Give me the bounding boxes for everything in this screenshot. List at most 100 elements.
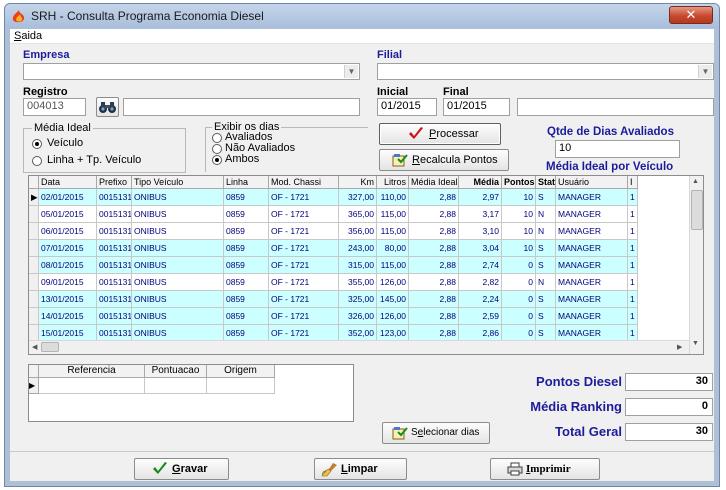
table-cell[interactable]: 0015131: [97, 206, 132, 223]
table-cell[interactable]: 327,00: [339, 189, 377, 206]
table-row[interactable]: 06/01/2015 0015131 ONIBUS 0859 OF - 1721 356,…: [29, 223, 689, 240]
table-cell[interactable]: 326,00: [339, 308, 377, 325]
table-cell[interactable]: 3,04: [459, 240, 502, 257]
col-header[interactable]: Média: [459, 176, 502, 189]
table-cell[interactable]: 1: [628, 240, 638, 257]
selecionar-dias-button[interactable]: Selecionar dias: [382, 422, 490, 444]
scroll-up-icon[interactable]: ▲: [692, 178, 699, 185]
table-row[interactable]: 05/01/2015 0015131 ONIBUS 0859 OF - 1721 365,…: [29, 206, 689, 223]
filial-select[interactable]: ▼: [377, 63, 714, 80]
gravar-button[interactable]: Gravar: [134, 458, 229, 480]
table-cell[interactable]: 2,88: [409, 240, 459, 257]
table-cell[interactable]: 1: [628, 291, 638, 308]
table-cell[interactable]: ONIBUS: [132, 189, 224, 206]
chevron-down-icon[interactable]: ▼: [344, 65, 358, 78]
radio-veiculo-label[interactable]: Veículo: [47, 137, 83, 149]
table-cell[interactable]: 0859: [224, 206, 269, 223]
pontuacao-grid[interactable]: Referencia Pontuacao Origem ▶: [28, 364, 354, 422]
table-cell[interactable]: 355,00: [339, 274, 377, 291]
table-cell[interactable]: [207, 378, 275, 394]
table-cell[interactable]: 02/01/2015: [39, 189, 97, 206]
table-cell[interactable]: 1: [628, 257, 638, 274]
table-row[interactable]: 08/01/2015 0015131 ONIBUS 0859 OF - 1721 315,…: [29, 257, 689, 274]
table-row[interactable]: 09/01/2015 0015131 ONIBUS 0859 OF - 1721 355,…: [29, 274, 689, 291]
col-header[interactable]: Linha: [224, 176, 269, 189]
radio-ambos-label[interactable]: Ambos: [225, 153, 259, 165]
table-cell[interactable]: 0859: [224, 189, 269, 206]
table-cell[interactable]: 0015131: [97, 291, 132, 308]
col-header[interactable]: Status: [536, 176, 556, 189]
table-cell[interactable]: 2,88: [409, 189, 459, 206]
table-cell[interactable]: 0859: [224, 223, 269, 240]
table-cell[interactable]: 315,00: [339, 257, 377, 274]
results-grid[interactable]: Data Prefixo Tipo Veículo Linha Mod. Chassi K…: [28, 175, 704, 355]
col-header[interactable]: Pontos: [502, 176, 536, 189]
table-cell[interactable]: 0: [502, 291, 536, 308]
table-cell[interactable]: 07/01/2015: [39, 240, 97, 257]
table-cell[interactable]: 115,00: [377, 223, 409, 240]
table-cell[interactable]: 0859: [224, 257, 269, 274]
table-cell[interactable]: 1: [628, 308, 638, 325]
table-cell[interactable]: 0859: [224, 274, 269, 291]
col-header[interactable]: Km: [339, 176, 377, 189]
table-cell[interactable]: S: [536, 240, 556, 257]
table-cell[interactable]: 0859: [224, 308, 269, 325]
scroll-down-icon[interactable]: ▼: [692, 340, 699, 347]
table-cell[interactable]: 09/01/2015: [39, 274, 97, 291]
close-button[interactable]: ✕: [669, 6, 713, 24]
table-row[interactable]: 07/01/2015 0015131 ONIBUS 0859 OF - 1721 243,…: [29, 240, 689, 257]
chevron-down-icon[interactable]: ▼: [698, 65, 712, 78]
table-cell[interactable]: 356,00: [339, 223, 377, 240]
hscroll-thumb[interactable]: [41, 342, 59, 352]
table-cell[interactable]: 1: [628, 274, 638, 291]
table-cell[interactable]: 14/01/2015: [39, 308, 97, 325]
col-header[interactable]: Data: [39, 176, 97, 189]
table-cell[interactable]: 3,17: [459, 206, 502, 223]
scroll-right-icon[interactable]: ▶: [677, 343, 682, 351]
table-cell[interactable]: MANAGER: [556, 308, 628, 325]
table-cell[interactable]: 0: [502, 274, 536, 291]
registro-name-input[interactable]: [123, 98, 360, 116]
table-cell[interactable]: ONIBUS: [132, 240, 224, 257]
table-cell[interactable]: OF - 1721: [269, 291, 339, 308]
table-cell[interactable]: ONIBUS: [132, 291, 224, 308]
horizontal-scrollbar[interactable]: ◀ ▶: [29, 340, 689, 354]
registro-input[interactable]: 004013: [23, 98, 86, 116]
table-cell[interactable]: N: [536, 223, 556, 240]
table-cell[interactable]: S: [536, 291, 556, 308]
periodo-extra-input[interactable]: [517, 98, 714, 116]
col-header[interactable]: I: [628, 176, 638, 189]
table-cell[interactable]: 0015131: [97, 274, 132, 291]
radio-avaliados[interactable]: [212, 133, 222, 143]
table-cell[interactable]: 365,00: [339, 206, 377, 223]
table-row[interactable]: 14/01/2015 0015131 ONIBUS 0859 OF - 1721 326,…: [29, 308, 689, 325]
table-cell[interactable]: OF - 1721: [269, 257, 339, 274]
col-header[interactable]: Mod. Chassi: [269, 176, 339, 189]
imprimir-button[interactable]: Imprimir: [490, 458, 600, 480]
table-row[interactable]: ▶ 02/01/2015 0015131 ONIBUS 0859 OF - 1721 327…: [29, 189, 689, 206]
table-cell[interactable]: 126,00: [377, 308, 409, 325]
table-cell[interactable]: 0: [502, 257, 536, 274]
table-cell[interactable]: ONIBUS: [132, 223, 224, 240]
table-cell[interactable]: 0015131: [97, 257, 132, 274]
table-cell[interactable]: MANAGER: [556, 291, 628, 308]
table-cell[interactable]: 2,88: [409, 257, 459, 274]
radio-linha-tp-veiculo[interactable]: [32, 156, 42, 166]
table-cell[interactable]: 145,00: [377, 291, 409, 308]
table-cell[interactable]: N: [536, 206, 556, 223]
table-cell[interactable]: 13/01/2015: [39, 291, 97, 308]
table-cell[interactable]: 0015131: [97, 308, 132, 325]
table-cell[interactable]: 2,88: [409, 274, 459, 291]
table-cell[interactable]: 2,88: [409, 308, 459, 325]
empresa-select[interactable]: ▼: [23, 63, 360, 80]
table-cell[interactable]: ONIBUS: [132, 257, 224, 274]
table-cell[interactable]: 115,00: [377, 257, 409, 274]
table-cell[interactable]: 05/01/2015: [39, 206, 97, 223]
radio-ambos[interactable]: [212, 155, 222, 165]
scroll-left-icon[interactable]: ◀: [32, 343, 37, 351]
table-cell[interactable]: 2,74: [459, 257, 502, 274]
table-cell[interactable]: OF - 1721: [269, 206, 339, 223]
table-cell[interactable]: 80,00: [377, 240, 409, 257]
table-cell[interactable]: 06/01/2015: [39, 223, 97, 240]
radio-nao-avaliados[interactable]: [212, 144, 222, 154]
